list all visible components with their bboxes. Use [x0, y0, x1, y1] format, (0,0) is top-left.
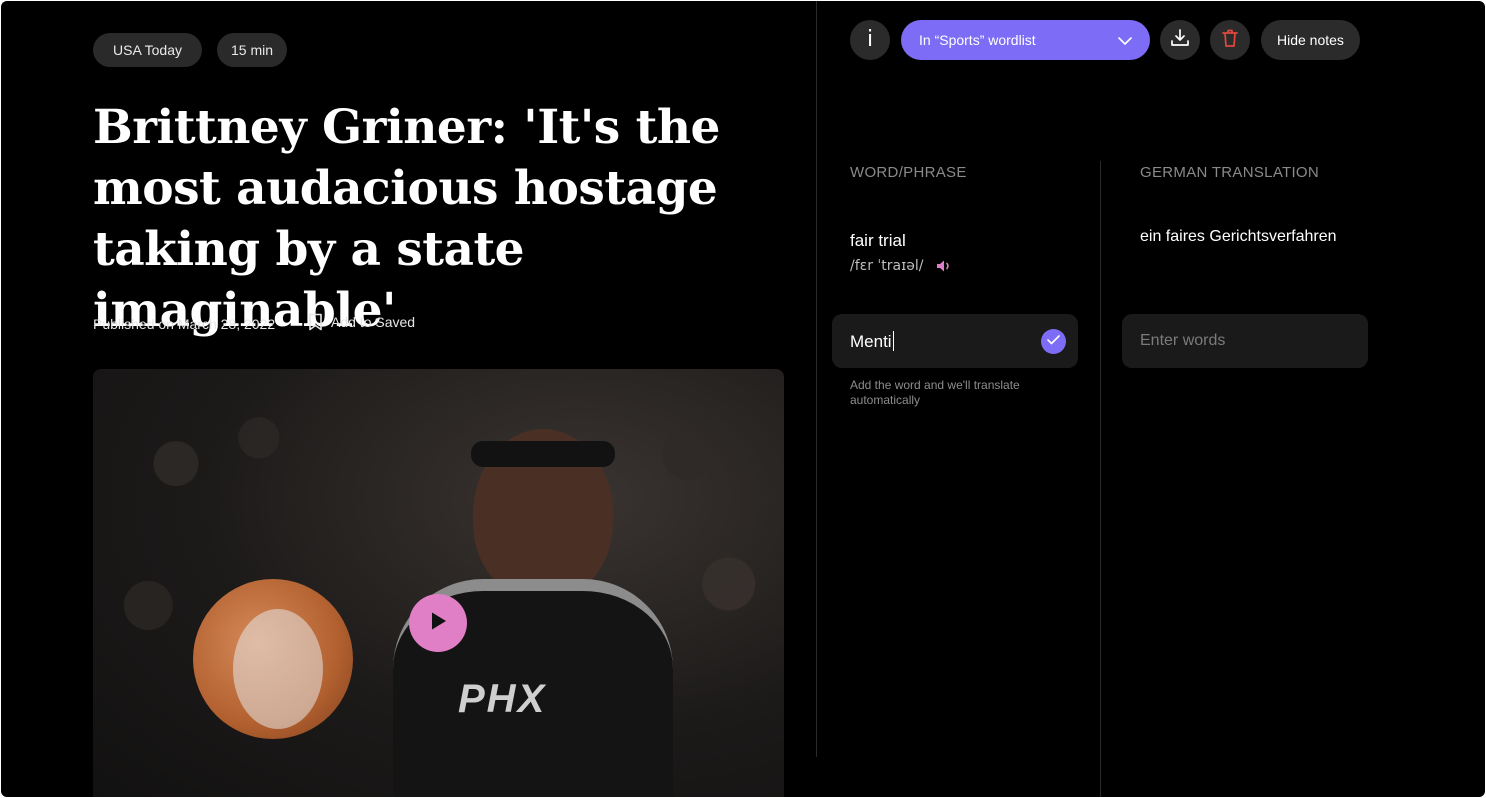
delete-button[interactable] — [1210, 20, 1250, 60]
jersey-lettering: PHX — [458, 677, 547, 721]
speaker-icon[interactable] — [936, 259, 952, 273]
player-headband — [471, 441, 615, 467]
add-to-saved-button[interactable]: Add to Saved — [308, 313, 415, 331]
play-icon — [429, 611, 447, 636]
translation-input[interactable] — [1122, 314, 1368, 368]
trash-icon — [1221, 28, 1239, 53]
note-pronunciation: /fɛr ˈtraɪəl/ — [850, 258, 952, 274]
info-button[interactable]: i — [850, 20, 890, 60]
new-word-input[interactable]: Menti — [832, 314, 1078, 368]
new-word-text: Menti — [850, 331, 892, 351]
add-to-saved-label: Add to Saved — [331, 314, 416, 330]
publish-date: Published on March 28, 2022 — [93, 316, 276, 332]
note-ipa: /fɛr ˈtraɪəl/ — [850, 258, 924, 274]
wordlist-dropdown[interactable]: In “Sports” wordlist — [901, 20, 1150, 60]
article-headline: Brittney Griner: 'It's the most audaciou… — [93, 100, 720, 338]
note-translation[interactable]: ein faires Gerichtsverfahren — [1140, 228, 1337, 246]
hide-notes-button[interactable]: Hide notes — [1261, 20, 1360, 60]
reading-time-badge: 15 min — [217, 33, 288, 67]
column-header-translation: GERMAN TRANSLATION — [1140, 164, 1320, 181]
chevron-down-icon — [1118, 32, 1132, 48]
article-video-thumbnail[interactable]: PHX — [93, 369, 784, 797]
column-divider — [1100, 161, 1101, 797]
note-word[interactable]: fair trial — [850, 231, 906, 251]
download-button[interactable] — [1160, 20, 1200, 60]
text-caret — [892, 330, 894, 351]
new-word-value: Menti — [850, 330, 894, 352]
info-icon: i — [866, 27, 874, 52]
app-window: USA Today 15 min Brittney Griner: 'It's … — [1, 1, 1485, 797]
source-badge[interactable]: USA Today — [93, 33, 203, 67]
wordlist-label: In “Sports” wordlist — [919, 32, 1036, 48]
confirm-word-button[interactable] — [1041, 328, 1066, 354]
play-button[interactable] — [409, 594, 467, 652]
bookmark-icon — [308, 313, 323, 331]
column-header-word: WORD/PHRASE — [850, 164, 967, 181]
download-icon — [1170, 28, 1190, 53]
check-icon — [1047, 332, 1060, 350]
pane-divider — [816, 1, 817, 757]
basketball — [193, 579, 353, 739]
auto-translate-hint: Add the word and we'll translate automat… — [850, 378, 1020, 407]
